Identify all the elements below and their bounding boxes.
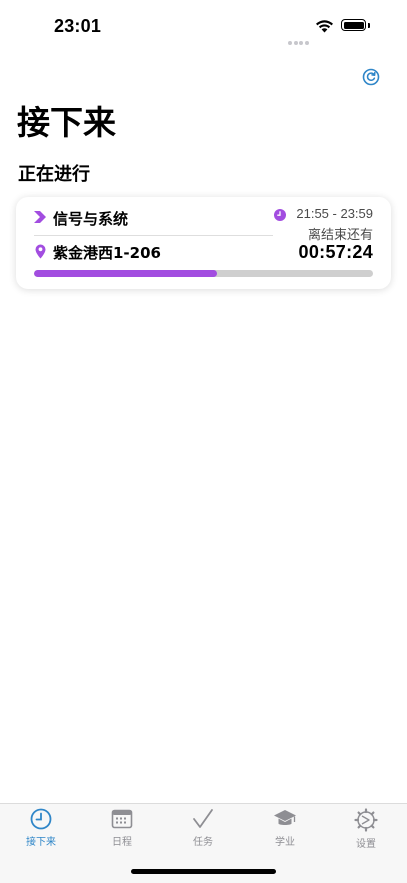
page-title: 接下来	[17, 103, 116, 142]
checkmark-icon	[193, 809, 213, 828]
tab-tasks[interactable]: 任务	[173, 808, 233, 854]
status-bar: 23:01	[0, 0, 407, 54]
calendar-icon	[111, 809, 133, 829]
tab-settings[interactable]: 设置	[336, 808, 396, 854]
divider	[34, 235, 273, 236]
time-range: 21:55 - 23:59	[296, 206, 373, 221]
section-title: 正在进行	[18, 164, 90, 185]
gear-icon	[354, 808, 378, 832]
countdown-timer: 00:57:24	[298, 242, 373, 262]
refresh-icon[interactable]	[361, 67, 381, 87]
tab-label: 日程	[112, 837, 132, 848]
graduation-cap-icon	[274, 810, 296, 825]
progress-fill	[34, 270, 218, 277]
tab-academics[interactable]: 学业	[255, 808, 315, 854]
wifi-icon	[316, 20, 333, 33]
clock-icon	[30, 808, 52, 830]
progress-bar	[34, 270, 373, 277]
tab-label: 设置	[356, 839, 376, 850]
current-class-card[interactable]: 信号与系统 紫金港西1-206 21:55 - 23:59 离结束还有 00:5…	[16, 197, 391, 289]
course-name: 信号与系统	[53, 210, 129, 228]
tab-label: 任务	[193, 837, 213, 848]
battery-icon	[341, 19, 366, 31]
tab-next[interactable]: 接下来	[11, 808, 71, 854]
tab-schedule[interactable]: 日程	[92, 808, 152, 854]
remaining-label: 离结束还有	[307, 228, 373, 243]
location-pin-icon	[35, 244, 46, 259]
tab-label: 接下来	[26, 837, 56, 848]
cellular-signal-icon	[288, 30, 310, 49]
location-text: 紫金港西1-206	[53, 244, 161, 262]
chevron-right-icon	[34, 211, 46, 223]
clock-icon	[274, 209, 286, 221]
home-indicator	[131, 869, 276, 874]
status-time: 23:01	[54, 16, 102, 36]
tab-label: 学业	[275, 837, 295, 848]
battery-tip	[368, 23, 370, 28]
